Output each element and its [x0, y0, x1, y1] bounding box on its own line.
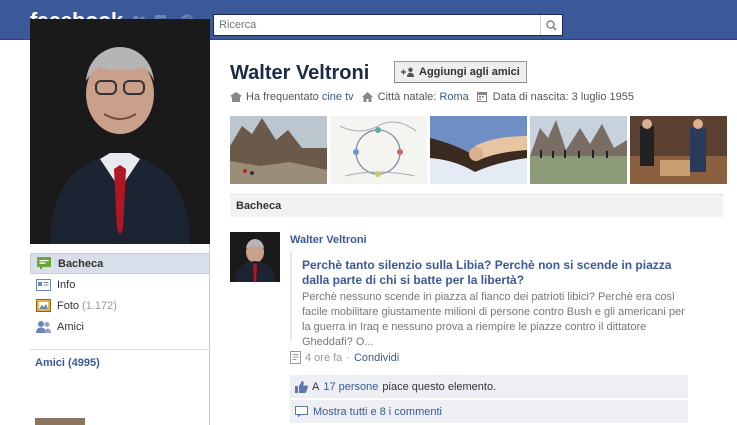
- add-friend-button[interactable]: Aggiungi agli amici: [394, 61, 527, 83]
- nav-item-foto[interactable]: Foto (1.172): [30, 295, 210, 316]
- profile-nav: Bacheca Info Foto (1.172) Amici: [30, 253, 210, 337]
- wall-header: Bacheca: [230, 194, 723, 217]
- photos-icon: [35, 299, 51, 313]
- photo-thumbnail-mountains[interactable]: [230, 116, 327, 184]
- wall-icon: [36, 257, 52, 271]
- birthday-text: Data di nascita: 3 luglio 1955: [492, 91, 635, 103]
- photo-count: (1.172): [82, 299, 117, 312]
- photo-strip: [230, 116, 727, 184]
- search-box: [213, 14, 563, 36]
- search-icon: [546, 19, 557, 31]
- post-author-avatar[interactable]: [230, 232, 280, 282]
- nav-item-label: Amici: [57, 320, 84, 333]
- post-timestamp[interactable]: 4 ore fa: [305, 352, 342, 364]
- nav-item-label: Foto: [57, 299, 80, 312]
- comments-box: Mostra tutti e 8 i commenti: [290, 400, 688, 423]
- post-link-description: Perchè nessuno scende in piazza al fianc…: [302, 291, 685, 348]
- profile-picture[interactable]: [30, 19, 210, 244]
- add-friend-icon: [401, 67, 414, 77]
- friends-icon: [35, 320, 51, 334]
- post-attachment-bar: [290, 251, 292, 342]
- education-icon: [230, 92, 242, 102]
- post-author-name[interactable]: Walter Veltroni: [290, 234, 367, 246]
- share-link[interactable]: Condividi: [354, 352, 399, 364]
- photo-thumbnail-office[interactable]: [630, 116, 727, 184]
- photo-thumbnail-drawing[interactable]: [330, 116, 427, 184]
- comment-icon: [295, 405, 308, 417]
- show-all-comments-link[interactable]: Mostra tutti e 8 i commenti: [313, 406, 442, 418]
- likes-people-link[interactable]: 17 persone: [323, 381, 378, 393]
- friends-header[interactable]: Amici (4995): [35, 357, 100, 369]
- post-link-title[interactable]: Perchè tanto silenzio sulla Libia? Perch…: [302, 258, 692, 288]
- profile-info-line: Ha frequentato cine tv Città natale: Rom…: [230, 91, 634, 103]
- likes-prefix: A: [312, 380, 320, 393]
- likes-box: A 17 persone piace questo elemento.: [290, 375, 688, 398]
- add-friend-label: Aggiungi agli amici: [419, 66, 520, 78]
- info-icon: [35, 278, 51, 292]
- nav-item-info[interactable]: Info: [30, 274, 210, 295]
- nav-item-bacheca[interactable]: Bacheca: [30, 253, 210, 274]
- profile-name: Walter Veltroni: [230, 62, 370, 84]
- hometown-prefix: Città natale:: [377, 91, 437, 103]
- thumbs-up-icon: [295, 380, 308, 393]
- search-input[interactable]: [214, 15, 540, 35]
- education-link[interactable]: cine tv: [322, 91, 354, 103]
- hometown-link[interactable]: Roma: [439, 91, 468, 103]
- note-icon: [290, 351, 301, 364]
- nav-item-label: Info: [57, 278, 76, 291]
- divider: [30, 349, 210, 350]
- likes-suffix: piace questo elemento.: [382, 380, 497, 393]
- post-meta: 4 ore fa · Condividi: [290, 351, 399, 364]
- home-icon: [361, 92, 374, 102]
- meta-separator: ·: [346, 351, 350, 364]
- nav-item-label: Bacheca: [58, 257, 104, 270]
- search-button[interactable]: [540, 15, 562, 35]
- nav-item-amici[interactable]: Amici: [30, 316, 210, 337]
- calendar-icon: [476, 92, 489, 102]
- friend-thumbnail[interactable]: [35, 418, 85, 425]
- education-prefix: Ha frequentato: [246, 91, 319, 103]
- photo-thumbnail-hands[interactable]: [430, 116, 527, 184]
- photo-thumbnail-peaks[interactable]: [530, 116, 627, 184]
